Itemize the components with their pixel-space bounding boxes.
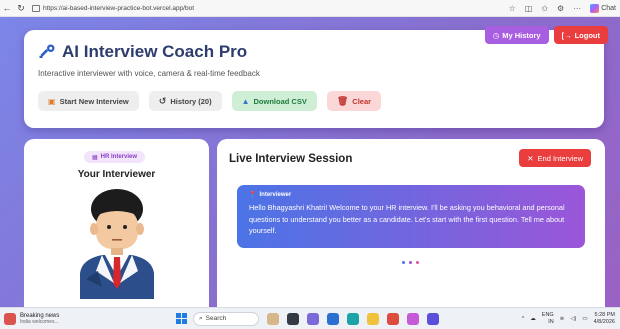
battery-icon[interactable]: ▭ bbox=[582, 316, 587, 322]
url-text: https://ai-based-interview-practice-bot.… bbox=[43, 4, 195, 12]
search-icon: ⌕ bbox=[199, 314, 203, 322]
copilot-button[interactable]: Chat bbox=[590, 3, 616, 13]
my-history-button[interactable]: ◷ My History bbox=[484, 26, 549, 44]
copilot-taskbar-icon[interactable] bbox=[407, 312, 419, 325]
page-subtitle: Interactive interviewer with voice, came… bbox=[38, 69, 260, 78]
flask-icon: ▲ bbox=[241, 96, 250, 106]
wifi-icon[interactable]: ≋ bbox=[560, 316, 565, 322]
end-interview-label: End Interview bbox=[537, 153, 583, 163]
meet-icon[interactable] bbox=[427, 312, 439, 325]
top-actions: ◷ My History [→ Logout bbox=[484, 26, 608, 44]
taskbar-search[interactable]: ⌕ Search bbox=[193, 311, 259, 326]
close-icon: ✕ bbox=[527, 153, 534, 163]
news-text: Breaking news India welcomes... bbox=[20, 313, 59, 325]
start-new-interview-label: Start New Interview bbox=[59, 96, 129, 106]
logout-label: Logout bbox=[574, 30, 600, 40]
favorites-icon[interactable]: ✩ bbox=[541, 4, 548, 13]
end-interview-button[interactable]: ✕ End Interview bbox=[519, 149, 591, 167]
logout-icon: [→ bbox=[561, 30, 572, 40]
clock[interactable]: 5:28 PM 4/8/2026 bbox=[594, 312, 615, 326]
browser-toolbar: ← ↻ https://ai-based-interview-practice-… bbox=[0, 0, 620, 17]
store-icon[interactable] bbox=[327, 312, 339, 325]
address-bar[interactable]: https://ai-based-interview-practice-bot.… bbox=[32, 4, 195, 12]
title-row: AI Interview Coach Pro bbox=[38, 42, 247, 62]
download-csv-button[interactable]: ▲ Download CSV bbox=[231, 91, 317, 111]
start-icon[interactable] bbox=[176, 313, 187, 324]
interviewer-title: Your Interviewer bbox=[77, 169, 156, 180]
news-widget[interactable]: Breaking news India welcomes... bbox=[0, 312, 170, 325]
interviewer-message: 📍 Interviewer Hello Bhagyashri Khatri! W… bbox=[237, 185, 585, 248]
news-icon bbox=[4, 312, 16, 325]
history-label: History (20) bbox=[170, 96, 212, 106]
typing-indicator bbox=[402, 261, 419, 264]
more-icon[interactable]: ··· bbox=[573, 4, 581, 13]
start-new-interview-button[interactable]: ▣ Start New Interview bbox=[38, 91, 139, 111]
session-title: Live Interview Session bbox=[229, 153, 353, 165]
widgets-app-icon[interactable] bbox=[267, 312, 279, 325]
news-title: Breaking news bbox=[20, 312, 60, 319]
favorite-icon[interactable]: ☆ bbox=[509, 4, 516, 13]
copilot-icon bbox=[590, 3, 600, 13]
browser-actions: ☆ ◫ ✩ ⚙ ··· Chat bbox=[509, 3, 620, 13]
search-placeholder: Search bbox=[205, 315, 227, 322]
volume-icon[interactable]: ◁) bbox=[570, 316, 576, 322]
date-label: 4/8/2026 bbox=[593, 318, 615, 325]
pin-icon: 📍 bbox=[249, 192, 257, 198]
session-panel: Live Interview Session ✕ End Interview 📍… bbox=[217, 139, 605, 307]
message-sender: Interviewer bbox=[259, 191, 292, 198]
logout-button[interactable]: [→ Logout bbox=[553, 26, 608, 44]
history-icon: ↺ bbox=[158, 95, 167, 106]
system-tray: ^ ☁ ENG IN ≋ ◁) ▭ 5:28 PM 4/8/2026 bbox=[522, 312, 620, 326]
briefcase-icon: ▦ bbox=[92, 154, 98, 161]
clear-label: Clear bbox=[352, 96, 372, 106]
folder-icon[interactable] bbox=[367, 312, 379, 325]
typing-dot bbox=[409, 261, 412, 264]
edge-icon[interactable] bbox=[347, 312, 359, 325]
chrome-icon[interactable] bbox=[387, 312, 399, 325]
cloud-icon[interactable]: ☁ bbox=[530, 316, 536, 322]
clock-icon: ◷ bbox=[492, 30, 500, 40]
typing-dot bbox=[416, 261, 419, 264]
history-button[interactable]: ↺ History (20) bbox=[148, 91, 222, 111]
chat-label: Chat bbox=[601, 4, 616, 12]
header-card: AI Interview Coach Pro Interactive inter… bbox=[24, 30, 604, 128]
badge-label: HR Interview bbox=[100, 154, 138, 160]
split-screen-icon[interactable]: ◫ bbox=[525, 4, 533, 13]
trash-icon: 🗑 bbox=[336, 95, 349, 106]
back-icon[interactable]: ← bbox=[0, 3, 14, 13]
app-background: AI Interview Coach Pro Interactive inter… bbox=[0, 17, 620, 307]
page-title: AI Interview Coach Pro bbox=[62, 42, 248, 61]
my-history-label: My History bbox=[502, 30, 541, 40]
key-icon bbox=[39, 44, 55, 58]
interviewer-panel: ▦ HR Interview Your Interviewer bbox=[24, 139, 209, 307]
refresh-icon[interactable]: ↻ bbox=[14, 3, 28, 14]
chevron-up-icon[interactable]: ^ bbox=[522, 316, 525, 322]
interviewer-avatar bbox=[80, 189, 154, 299]
interview-type-badge: ▦ HR Interview bbox=[84, 151, 146, 163]
file-explorer-icon[interactable] bbox=[287, 312, 299, 325]
lang-sub: IN bbox=[548, 318, 554, 325]
clear-button[interactable]: 🗑 Clear bbox=[326, 91, 382, 111]
app-icon[interactable] bbox=[307, 312, 319, 325]
action-buttons: ▣ Start New Interview ↺ History (20) ▲ D… bbox=[38, 91, 382, 111]
taskbar-apps bbox=[267, 312, 439, 325]
news-subtitle: India welcomes... bbox=[20, 318, 59, 325]
page-info-icon[interactable] bbox=[32, 4, 40, 12]
typing-dot bbox=[402, 261, 405, 264]
play-icon: ▣ bbox=[48, 96, 56, 106]
download-csv-label: Download CSV bbox=[253, 96, 307, 106]
extensions-icon[interactable]: ⚙ bbox=[557, 4, 564, 13]
message-header: 📍 Interviewer bbox=[249, 191, 573, 199]
time-label: 5:28 PM bbox=[594, 311, 615, 318]
lang-label: ENG bbox=[541, 311, 554, 318]
language-indicator[interactable]: ENG IN bbox=[542, 312, 554, 326]
message-text: Hello Bhagyashri Khatri! Welcome to your… bbox=[249, 203, 565, 235]
windows-taskbar: Breaking news India welcomes... ⌕ Search… bbox=[0, 307, 620, 329]
